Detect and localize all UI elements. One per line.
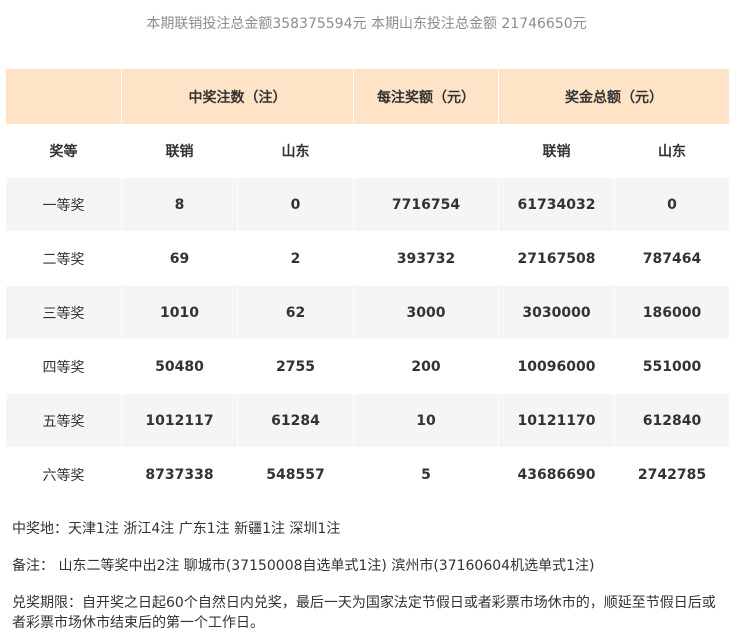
cell-per-bet: 200	[353, 339, 499, 394]
subheader-rank: 奖等	[5, 124, 122, 178]
cell-total-lianxiao: 43686690	[498, 447, 615, 502]
sales-summary: 本期联销投注总金额358375594元 本期山东投注总金额 21746650元	[146, 16, 587, 32]
cell-rank: 二等奖	[5, 231, 122, 286]
cell-total-shandong: 612840	[614, 393, 730, 448]
table-row: 四等奖 50480 2755 200 10096000 551000	[5, 339, 730, 394]
header-empty-cell	[5, 68, 122, 125]
cell-total-shandong: 0	[614, 177, 730, 232]
cell-per-bet: 5	[353, 447, 499, 502]
cell-per-bet: 10	[353, 393, 499, 448]
cell-winners-lianxiao: 50480	[121, 339, 238, 394]
cell-total-shandong: 551000	[614, 339, 730, 394]
cell-winners-shandong: 2	[237, 231, 354, 286]
winning-locations: 中奖地：天津1注 浙江4注 广东1注 新疆1注 深圳1注	[12, 521, 341, 537]
cell-total-shandong: 787464	[614, 231, 730, 286]
header-total: 奖金总额（元）	[498, 68, 730, 125]
subheader-total-lianxiao: 联销	[498, 124, 615, 178]
table-row: 一等奖 8 0 7716754 61734032 0	[5, 177, 730, 232]
cell-rank: 五等奖	[5, 393, 122, 448]
table-subheader-row: 奖等 联销 山东 联销 山东	[5, 124, 730, 178]
cell-rank: 三等奖	[5, 285, 122, 340]
prize-table: 中奖注数（注） 每注奖额（元） 奖金总额（元） 奖等 联销 山东 联销 山东 一…	[5, 68, 730, 502]
cell-winners-shandong: 62	[237, 285, 354, 340]
subheader-total-shandong: 山东	[614, 124, 730, 178]
cell-total-lianxiao: 61734032	[498, 177, 615, 232]
cell-winners-shandong: 0	[237, 177, 354, 232]
cell-winners-shandong: 61284	[237, 393, 354, 448]
cell-rank: 四等奖	[5, 339, 122, 394]
table-row: 二等奖 69 2 393732 27167508 787464	[5, 231, 730, 286]
cell-total-shandong: 186000	[614, 285, 730, 340]
redemption-deadline: 兑奖期限：自开奖之日起60个自然日内兑奖，最后一天为国家法定节假日或者彩票市场休…	[12, 595, 716, 631]
header-winners: 中奖注数（注）	[121, 68, 354, 125]
table-row: 五等奖 1012117 61284 10 10121170 612840	[5, 393, 730, 448]
subheader-winners-lianxiao: 联销	[121, 124, 238, 178]
cell-total-lianxiao: 10121170	[498, 393, 615, 448]
notes-section: 中奖地：天津1注 浙江4注 广东1注 新疆1注 深圳1注 备注： 山东二等奖中出…	[12, 519, 724, 633]
cell-winners-lianxiao: 8737338	[121, 447, 238, 502]
cell-total-lianxiao: 3030000	[498, 285, 615, 340]
table-row: 三等奖 1010 62 3000 3030000 186000	[5, 285, 730, 340]
remark: 备注： 山东二等奖中出2注 聊城市(37150008自选单式1注) 滨州市(37…	[12, 558, 595, 574]
cell-winners-shandong: 548557	[237, 447, 354, 502]
cell-winners-lianxiao: 8	[121, 177, 238, 232]
subheader-per-bet-empty	[353, 124, 499, 178]
cell-total-lianxiao: 27167508	[498, 231, 615, 286]
subheader-winners-shandong: 山东	[237, 124, 354, 178]
table-row: 六等奖 8737338 548557 5 43686690 2742785	[5, 447, 730, 502]
cell-winners-shandong: 2755	[237, 339, 354, 394]
cell-total-shandong: 2742785	[614, 447, 730, 502]
cell-winners-lianxiao: 1010	[121, 285, 238, 340]
cell-winners-lianxiao: 69	[121, 231, 238, 286]
cell-per-bet: 3000	[353, 285, 499, 340]
table-header-row: 中奖注数（注） 每注奖额（元） 奖金总额（元）	[5, 68, 730, 125]
cell-per-bet: 393732	[353, 231, 499, 286]
header-per-bet: 每注奖额（元）	[353, 68, 499, 125]
cell-per-bet: 7716754	[353, 177, 499, 232]
cell-winners-lianxiao: 1012117	[121, 393, 238, 448]
cell-total-lianxiao: 10096000	[498, 339, 615, 394]
cell-rank: 六等奖	[5, 447, 122, 502]
cell-rank: 一等奖	[5, 177, 122, 232]
